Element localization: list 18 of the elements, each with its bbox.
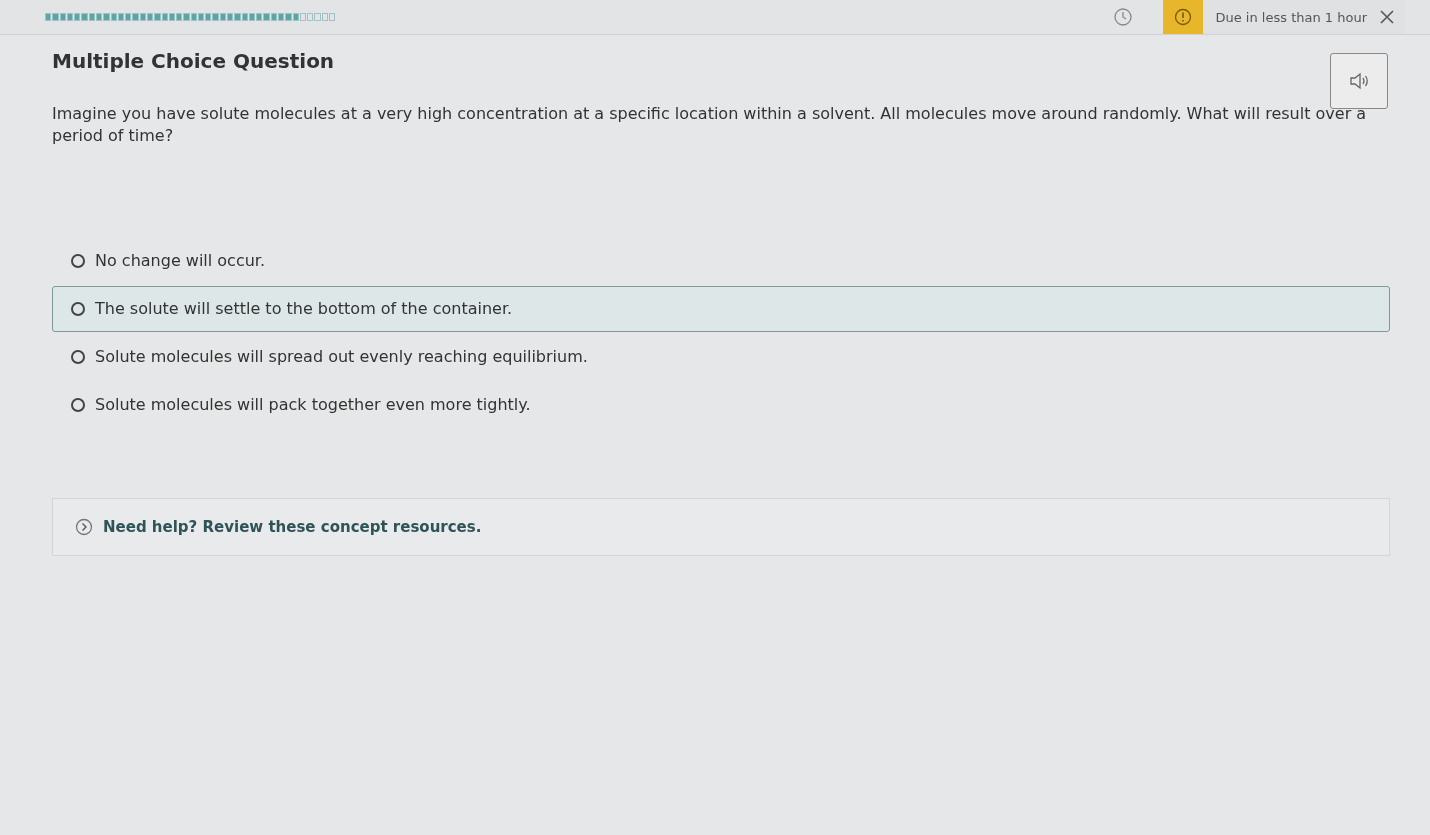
radio-button[interactable] <box>71 397 85 412</box>
audio-button[interactable] <box>1330 53 1388 109</box>
answer-option[interactable]: Solute molecules will pack together even more tightly. <box>52 381 1390 428</box>
answer-option[interactable]: The solute will settle to the bottom of the container. <box>52 285 1390 332</box>
chevron-icon <box>75 517 93 536</box>
clock-icon <box>1113 7 1134 27</box>
radio-button[interactable] <box>71 349 85 364</box>
question-type-title: Multiple Choice Question <box>52 49 335 73</box>
radio-button[interactable] <box>71 301 85 316</box>
answer-option[interactable]: Solute molecules will spread out evenly reaching equilibrium. <box>52 333 1390 380</box>
radio-button[interactable] <box>71 253 85 268</box>
due-text: Due in less than 1 hour <box>1215 9 1367 25</box>
alert-icon <box>1174 8 1193 26</box>
answer-option[interactable]: No change will occur. <box>52 237 1390 284</box>
close-icon[interactable] <box>1379 9 1395 25</box>
question-prompt: Imagine you have solute molecules at a very high concentration at a specific location within a solvent. All molecules move around randomly. What will result over a period of time? <box>52 103 1368 148</box>
help-toggle[interactable]: Need help? Review these concept resources. <box>52 497 1390 556</box>
speaker-icon <box>1348 71 1370 91</box>
